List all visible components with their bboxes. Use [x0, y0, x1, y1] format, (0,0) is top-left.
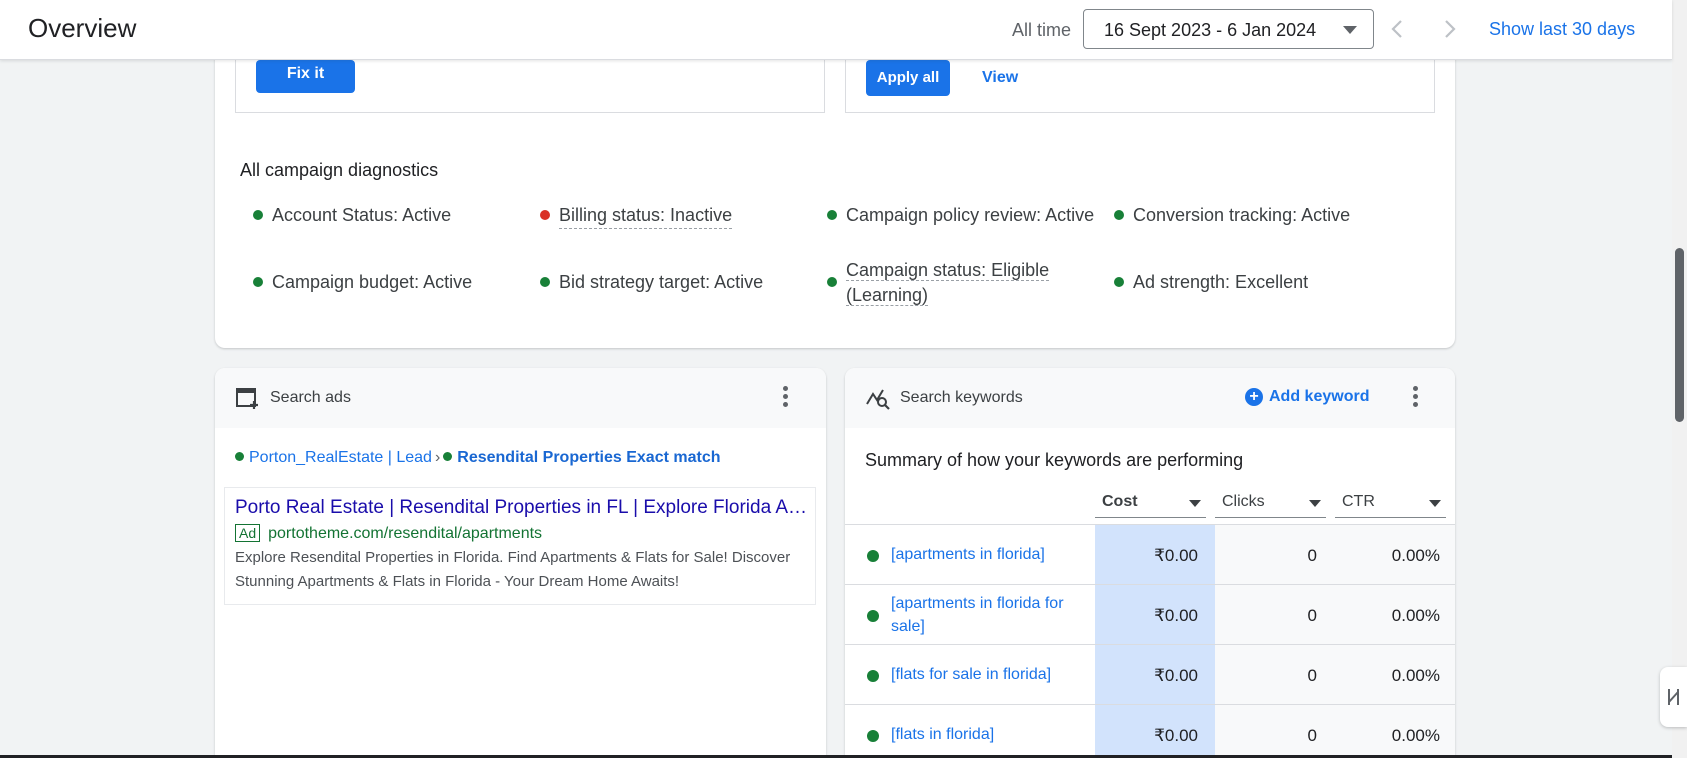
new-ad-window-icon — [236, 388, 258, 409]
clicks-cell: 0 — [1307, 606, 1317, 625]
status-dot-icon — [867, 730, 879, 742]
status-dot-icon — [867, 550, 879, 562]
add-circle-icon: + — [1245, 388, 1263, 406]
cost-cell: ₹0.00 — [1154, 546, 1198, 565]
date-range-value: 16 Sept 2023 - 6 Jan 2024 — [1104, 20, 1317, 40]
keyword-link[interactable]: [apartments in florida for sale] — [891, 592, 1071, 638]
range-label: All time — [1012, 20, 1072, 40]
show-last-30-days-link[interactable]: Show last 30 days — [1489, 19, 1635, 40]
table-row: [apartments in florida] ₹0.00 0 0.00% — [845, 524, 1455, 584]
diagnostics-title: All campaign diagnostics — [240, 160, 439, 180]
fix-it-button[interactable]: Fix it — [256, 60, 355, 93]
next-period-button[interactable] — [1434, 14, 1464, 44]
table-row: [flats for sale in florida] ₹0.00 0 0.00… — [845, 644, 1455, 704]
status-dot-icon — [443, 452, 453, 461]
status-dot-icon — [1114, 210, 1124, 220]
clicks-cell: 0 — [1307, 546, 1317, 565]
ad-group-link[interactable]: Resendital Properties Exact match — [457, 449, 720, 466]
table-row: [flats in florida] ₹0.00 0 0.00% — [845, 704, 1455, 758]
breadcrumb: Porton_RealEstate | Lead › Resendital Prop… — [235, 449, 721, 467]
search-ads-card: Search ads Porton_RealEstate | Lead › Rese… — [215, 368, 826, 758]
status-dot-icon — [867, 610, 879, 622]
chevron-right-icon — [1445, 20, 1456, 38]
cost-cell: ₹0.00 — [1154, 726, 1198, 745]
sort-caret-icon — [1189, 500, 1201, 507]
breadcrumb-separator: › — [434, 449, 441, 466]
status-dot-icon — [253, 210, 263, 220]
clicks-cell: 0 — [1307, 726, 1317, 745]
page-title: Overview — [28, 13, 137, 43]
diagnostics-card: Fix it Apply all View All campaign diagn… — [215, 40, 1455, 348]
add-keyword-button[interactable]: + Add keyword — [1245, 388, 1369, 406]
more-options-button[interactable] — [783, 386, 789, 410]
ad-badge: Ad — [235, 524, 261, 542]
card-header: Search keywords + Add keyword — [845, 368, 1455, 428]
ctr-cell: 0.00% — [1391, 666, 1440, 685]
cost-cell: ₹0.00 — [1154, 606, 1198, 625]
keyword-trend-icon — [866, 389, 890, 410]
status-dot-icon — [1114, 277, 1124, 287]
card-title: Search keywords — [900, 389, 1023, 406]
recommendation-card-left: Fix it — [235, 60, 825, 113]
ctr-cell: 0.00% — [1391, 606, 1440, 625]
sort-caret-icon — [1429, 500, 1441, 507]
keyword-link[interactable]: [flats in florida] — [891, 723, 1081, 746]
status-dot-icon — [253, 277, 263, 287]
side-panel-toggle[interactable] — [1660, 667, 1687, 727]
status-dot-icon — [540, 210, 550, 220]
cost-cell: ₹0.00 — [1154, 666, 1198, 685]
ad-description: Explore Resendital Properties in Florida… — [235, 549, 791, 590]
status-dot-icon — [827, 210, 837, 220]
dropdown-caret-icon — [1343, 26, 1357, 34]
status-dot-icon — [827, 277, 837, 287]
apply-all-button[interactable]: Apply all — [866, 60, 950, 96]
status-dot-icon — [235, 452, 244, 461]
recommendation-card-right: Apply all View — [845, 60, 1435, 113]
ctr-cell: 0.00% — [1391, 546, 1440, 565]
more-options-button[interactable] — [1413, 386, 1419, 410]
collapse-panel-icon — [1668, 689, 1679, 705]
keywords-summary: Summary of how your keywords are perform… — [865, 450, 1244, 470]
card-title: Search ads — [270, 389, 351, 406]
ctr-cell: 0.00% — [1391, 726, 1440, 745]
scrollbar-thumb[interactable] — [1675, 248, 1684, 422]
ad-display-url: Ad portotheme.com/resendital/apartments — [235, 524, 542, 543]
ad-preview[interactable]: Porto Real Estate | Resendital Propertie… — [224, 487, 816, 605]
top-header: Overview All time 16 Sept 2023 - 6 Jan 2… — [0, 0, 1672, 60]
keyword-link[interactable]: [apartments in florida] — [891, 543, 1081, 566]
campaign-link[interactable]: Porton_RealEstate | Lead — [249, 449, 432, 466]
keyword-link[interactable]: [flats for sale in florida] — [891, 663, 1081, 686]
ad-headline: Porto Real Estate | Resendital Propertie… — [235, 497, 805, 518]
clicks-cell: 0 — [1307, 666, 1317, 685]
chevron-left-icon — [1391, 20, 1402, 38]
sort-caret-icon — [1309, 500, 1321, 507]
status-dot-icon — [867, 670, 879, 682]
view-link[interactable]: View — [982, 69, 1018, 87]
column-header-clicks[interactable]: Clicks — [1215, 492, 1326, 518]
search-keywords-card: Search keywords + Add keyword Summary of … — [845, 368, 1455, 758]
card-header: Search ads — [215, 368, 826, 428]
date-range-select[interactable]: 16 Sept 2023 - 6 Jan 2024 — [1083, 9, 1374, 49]
previous-period-button[interactable] — [1383, 14, 1413, 44]
status-dot-icon — [540, 277, 550, 287]
table-row: [apartments in florida for sale] ₹0.00 0… — [845, 584, 1455, 644]
column-header-ctr[interactable]: CTR — [1335, 492, 1446, 518]
column-header-cost[interactable]: Cost — [1095, 492, 1206, 518]
